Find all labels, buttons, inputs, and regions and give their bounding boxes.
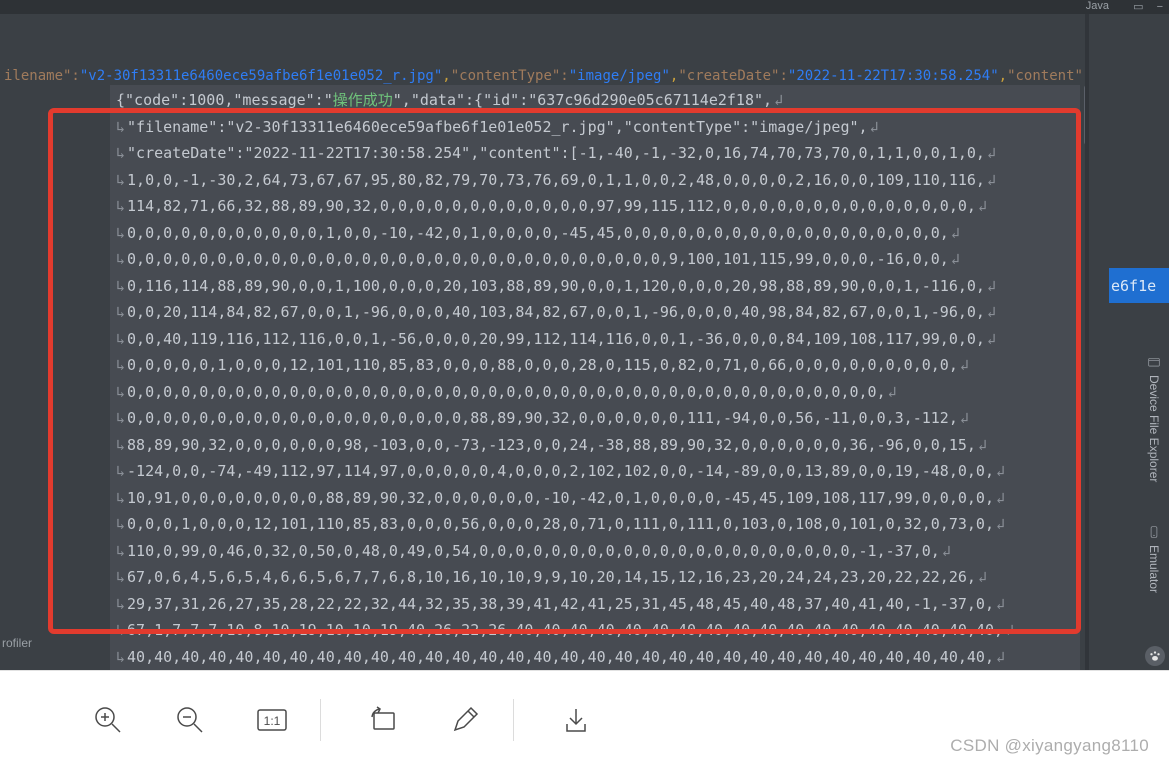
separator — [513, 699, 514, 741]
json-line: 0,0,20,114,84,82,67,0,0,1,-96,0,0,0,40,1… — [116, 299, 1070, 326]
zoom-out-button[interactable] — [170, 700, 210, 740]
edit-button[interactable] — [445, 700, 485, 740]
lang-label: Java — [1086, 0, 1109, 12]
json-line: 1,0,0,-1,-30,2,64,73,67,67,95,80,82,79,7… — [116, 167, 1070, 194]
ide-pane: Java ▭ − ilename":"v2-30f13311e6460ece59… — [0, 0, 1169, 670]
json-line: 29,37,31,26,27,35,28,22,22,32,44,32,35,3… — [116, 591, 1070, 618]
separator — [320, 699, 321, 741]
bc-ctype-key: "contentType": — [451, 68, 569, 84]
bc-filename-val: "v2-30f13311e6460ece59afbe6f1e01e052_r.j… — [80, 68, 442, 84]
svg-text:1:1: 1:1 — [264, 714, 281, 728]
json-line: 67,1,7,7,7,10,8,10,19,10,10,19,40,26,22,… — [116, 617, 1070, 644]
watermark: CSDN @xiyangyang8110 — [950, 736, 1149, 756]
bc-content-key: "content": — [1007, 68, 1091, 84]
json-line: 0,0,0,1,0,0,0,12,101,110,85,83,0,0,0,56,… — [116, 511, 1070, 538]
device-file-explorer-tab[interactable]: Device File Explorer — [1145, 355, 1163, 482]
json-line: 67,0,6,4,5,6,5,4,6,6,5,6,7,7,6,8,10,16,1… — [116, 564, 1070, 591]
json-line: -124,0,0,-74,-49,112,97,114,97,0,0,0,0,0… — [116, 458, 1070, 485]
json-line: 110,0,99,0,46,0,32,0,50,0,48,0,49,0,54,0… — [116, 538, 1070, 565]
tab-strip — [0, 0, 1169, 14]
paw-icon[interactable] — [1145, 646, 1165, 666]
actual-size-icon: 1:1 — [255, 705, 289, 735]
profiler-tab[interactable]: rofiler — [0, 636, 32, 650]
close-icon[interactable]: − — [1157, 1, 1163, 13]
json-line: 0,0,0,0,0,0,0,0,0,0,0,0,0,0,0,0,0,0,0,0,… — [116, 246, 1070, 273]
json-line: 0,116,114,88,89,90,0,0,1,100,0,0,0,20,10… — [116, 273, 1070, 300]
json-line: 0,0,0,0,0,0,0,0,0,0,0,1,0,0,-10,-42,0,1,… — [116, 220, 1070, 247]
actual-size-button[interactable]: 1:1 — [252, 700, 292, 740]
rotate-icon — [366, 705, 400, 735]
json-line: 10,91,0,0,0,0,0,0,0,0,88,89,90,32,0,0,0,… — [116, 485, 1070, 512]
zoom-in-icon — [93, 705, 123, 735]
emulator-tab[interactable]: Emulator — [1145, 525, 1163, 593]
open-file-tab[interactable]: e6f1e — [1109, 268, 1169, 303]
phone-icon — [1147, 525, 1161, 539]
maximize-icon[interactable]: ▭ — [1133, 1, 1143, 13]
json-breadcrumb: ilename":"v2-30f13311e6460ece59afbe6f1e0… — [0, 68, 1169, 84]
json-line: 0,0,0,0,0,1,0,0,0,12,101,110,85,83,0,0,0… — [116, 352, 1070, 379]
folder-icon — [1147, 355, 1161, 369]
image-viewer-toolbar: 1:1 CSDN @xiyangyang8110 — [0, 670, 1169, 768]
json-line: "filename":"v2-30f13311e6460ece59afbe6f1… — [116, 114, 1070, 141]
app-root: Java ▭ − ilename":"v2-30f13311e6460ece59… — [0, 0, 1169, 768]
json-line: {"code":1000,"message":"操作成功","data":{"i… — [116, 87, 1070, 114]
json-line: "createDate":"2022-11-22T17:30:58.254","… — [116, 140, 1070, 167]
zoom-out-icon — [175, 705, 205, 735]
rotate-button[interactable] — [363, 700, 403, 740]
bc-cdate-val: "2022-11-22T17:30:58.254" — [788, 68, 999, 84]
bc-ctype-val: "image/jpeg" — [569, 68, 670, 84]
json-line: 88,89,90,32,0,0,0,0,0,0,98,-103,0,0,-73,… — [116, 432, 1070, 459]
download-icon — [561, 705, 591, 735]
pencil-icon — [450, 705, 480, 735]
json-output[interactable]: {"code":1000,"message":"操作成功","data":{"i… — [110, 85, 1084, 670]
bc-cdate-key: "createDate": — [678, 68, 788, 84]
zoom-in-button[interactable] — [88, 700, 128, 740]
json-line: 0,0,40,119,116,112,116,0,0,1,-56,0,0,0,2… — [116, 326, 1070, 353]
download-button[interactable] — [556, 700, 596, 740]
json-line: 114,82,71,66,32,88,89,90,32,0,0,0,0,0,0,… — [116, 193, 1070, 220]
json-line: 40,40,40,40,40,40,40,40,40,40,40,40,40,4… — [116, 644, 1070, 671]
json-line: 0,0,0,0,0,0,0,0,0,0,0,0,0,0,0,0,0,0,0,88… — [116, 405, 1070, 432]
json-line: 0,0,0,0,0,0,0,0,0,0,0,0,0,0,0,0,0,0,0,0,… — [116, 379, 1070, 406]
window-controls: ▭ − — [1123, 0, 1163, 13]
bc-filename-key: ilename": — [4, 68, 80, 84]
